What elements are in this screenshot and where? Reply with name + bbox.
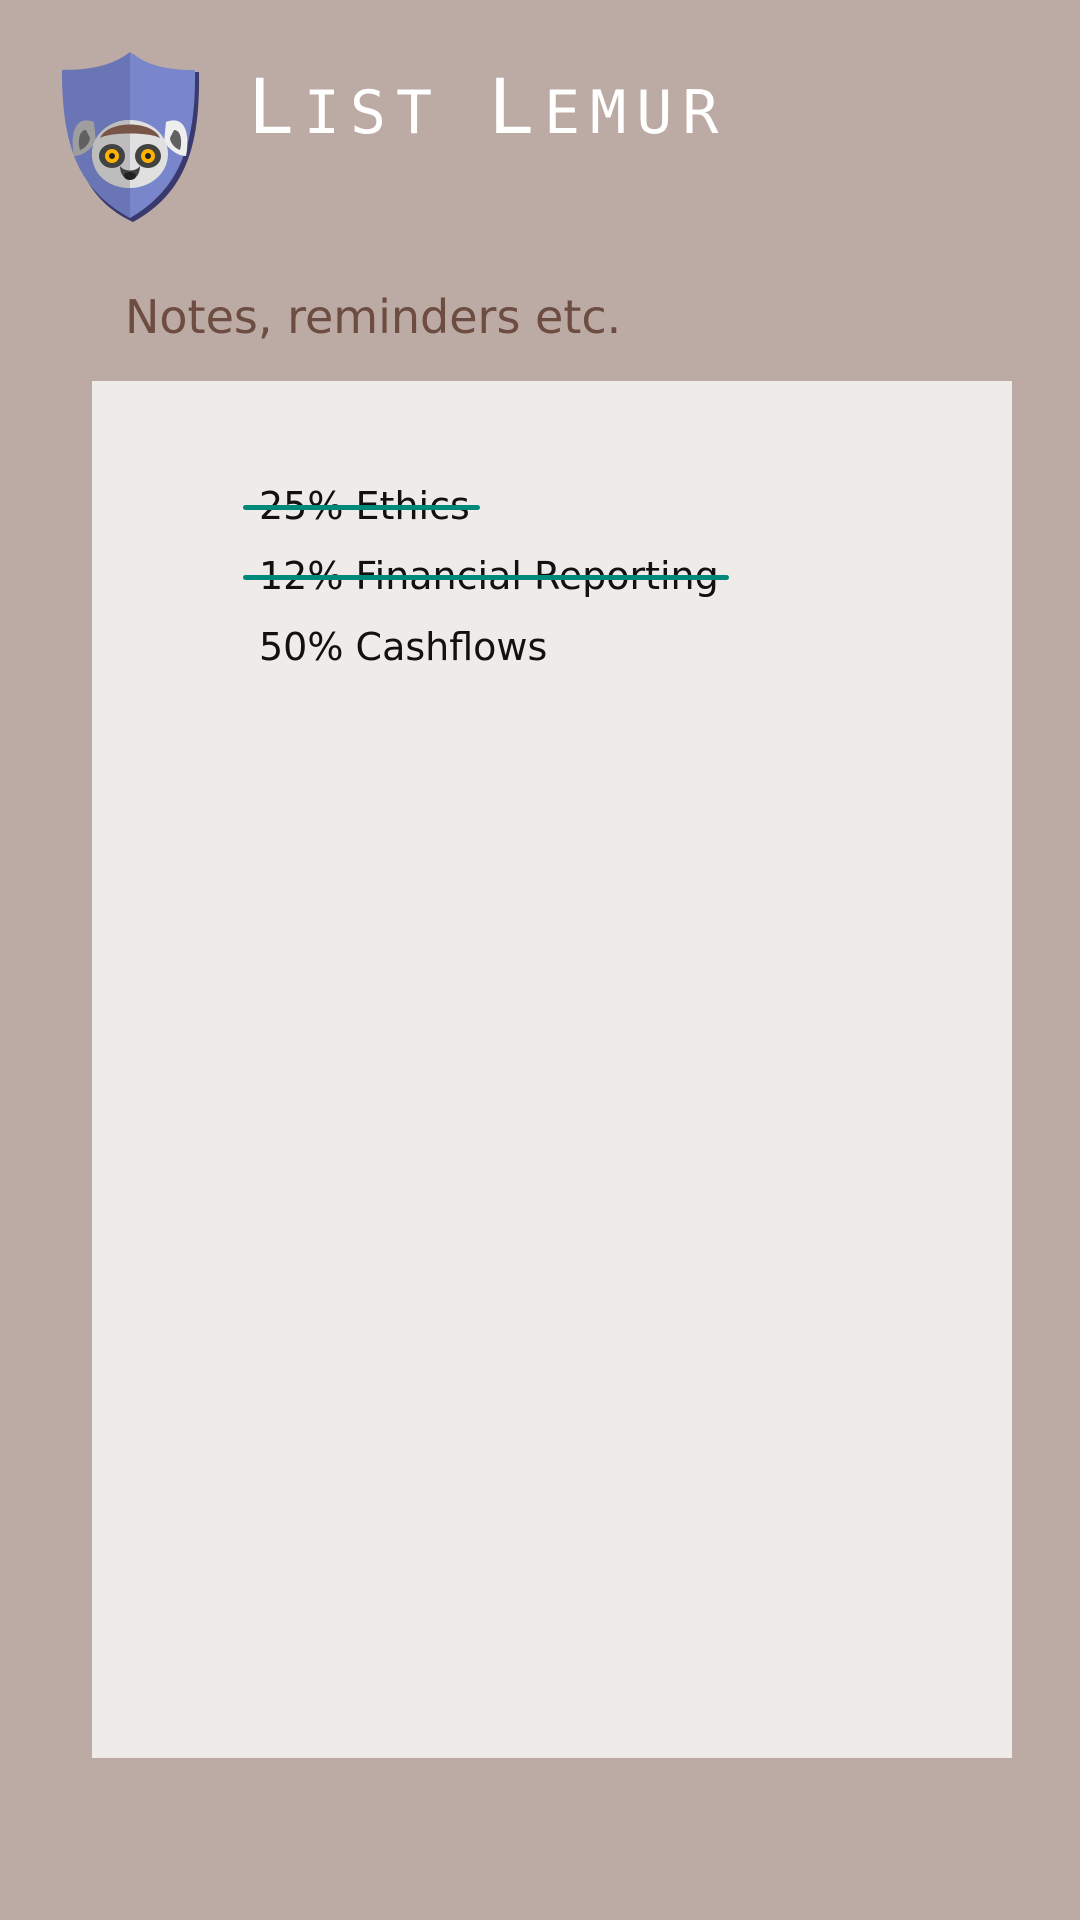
lemur-shield-icon <box>60 52 202 224</box>
app-title-word-2-rest: EMUR <box>544 78 729 148</box>
list-item[interactable]: 50% Cashflows <box>259 617 547 677</box>
app-title-word-1-rest: IST <box>303 78 443 148</box>
strike-line <box>243 575 729 580</box>
app-title-word-1-initial: L <box>248 62 304 151</box>
section-heading: Notes, reminders etc. <box>125 290 622 344</box>
list-item[interactable]: 25% Ethics <box>243 476 480 536</box>
app-title-word-2-initial: L <box>488 62 545 151</box>
app-title: LIST LEMUR <box>248 62 729 158</box>
notes-panel: 25% Ethics 12% Financial Reporting 50% C… <box>92 381 1012 1758</box>
strike-line <box>243 505 480 510</box>
list-item[interactable]: 12% Financial Reporting <box>243 546 729 606</box>
note-text: 50% Cashflows <box>259 625 548 669</box>
